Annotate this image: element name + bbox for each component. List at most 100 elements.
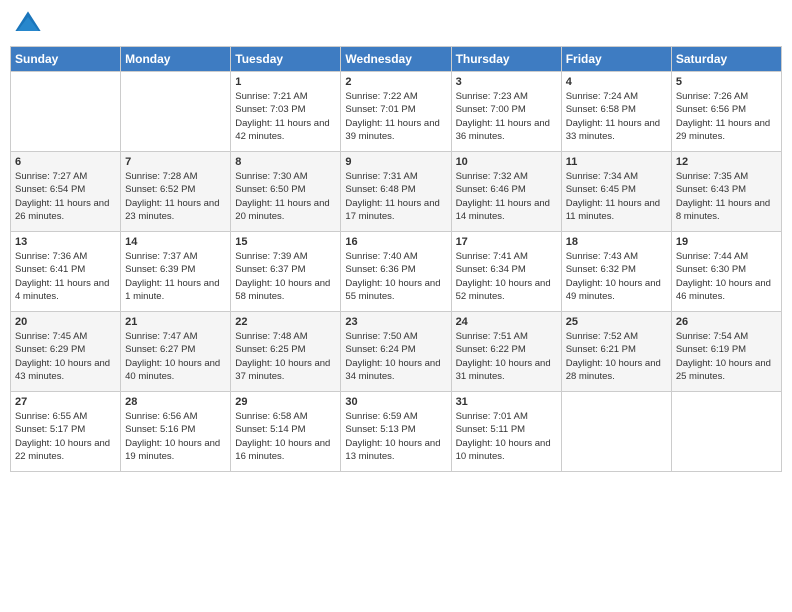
calendar-cell: 23 Sunrise: 7:50 AMSunset: 6:24 PMDayligh… [341,312,451,392]
weekday-header: Friday [561,47,671,72]
calendar-cell: 3 Sunrise: 7:23 AMSunset: 7:00 PMDaylight… [451,72,561,152]
day-info: Sunrise: 7:22 AMSunset: 7:01 PMDaylight:… [345,90,446,143]
day-number: 11 [566,156,667,168]
header [10,10,782,38]
calendar-cell: 4 Sunrise: 7:24 AMSunset: 6:58 PMDaylight… [561,72,671,152]
day-info: Sunrise: 7:37 AMSunset: 6:39 PMDaylight:… [125,250,226,303]
weekday-header: Tuesday [231,47,341,72]
calendar-cell: 14 Sunrise: 7:37 AMSunset: 6:39 PMDayligh… [121,232,231,312]
day-info: Sunrise: 7:21 AMSunset: 7:03 PMDaylight:… [235,90,336,143]
day-number: 17 [456,236,557,248]
calendar-cell: 17 Sunrise: 7:41 AMSunset: 6:34 PMDayligh… [451,232,561,312]
calendar-cell [671,392,781,472]
day-info: Sunrise: 7:39 AMSunset: 6:37 PMDaylight:… [235,250,336,303]
day-number: 13 [15,236,116,248]
calendar-cell: 5 Sunrise: 7:26 AMSunset: 6:56 PMDaylight… [671,72,781,152]
calendar-cell: 8Sunrise: 7:30 AMSunset: 6:50 PMDaylight… [231,152,341,232]
calendar-cell [561,392,671,472]
day-number: 27 [15,396,116,408]
day-info: Sunrise: 6:58 AMSunset: 5:14 PMDaylight:… [235,410,336,463]
day-number: 23 [345,316,446,328]
weekday-header: Thursday [451,47,561,72]
day-number: 1 [235,76,336,88]
day-info: Sunrise: 7:28 AMSunset: 6:52 PMDaylight:… [125,170,226,223]
logo-icon [14,10,42,38]
day-info: Sunrise: 7:36 AMSunset: 6:41 PMDaylight:… [15,250,116,303]
calendar-cell: 24Sunrise: 7:51 AMSunset: 6:22 PMDayligh… [451,312,561,392]
calendar-cell: 30 Sunrise: 6:59 AMSunset: 5:13 PMDayligh… [341,392,451,472]
day-number: 7 [125,156,226,168]
weekday-header: Sunday [11,47,121,72]
day-info: Sunrise: 7:24 AMSunset: 6:58 PMDaylight:… [566,90,667,143]
day-info: Sunrise: 7:26 AMSunset: 6:56 PMDaylight:… [676,90,777,143]
day-info: Sunrise: 7:32 AMSunset: 6:46 PMDaylight:… [456,170,557,223]
page: SundayMondayTuesdayWednesdayThursdayFrid… [0,0,792,482]
day-number: 16 [345,236,446,248]
calendar-cell: 26Sunrise: 7:54 AMSunset: 6:19 PMDayligh… [671,312,781,392]
calendar-cell: 21 Sunrise: 7:47 AMSunset: 6:27 PMDayligh… [121,312,231,392]
day-number: 19 [676,236,777,248]
day-number: 21 [125,316,226,328]
calendar-cell: 1 Sunrise: 7:21 AMSunset: 7:03 PMDaylight… [231,72,341,152]
day-info: Sunrise: 7:27 AMSunset: 6:54 PMDaylight:… [15,170,116,223]
calendar-cell: 12Sunrise: 7:35 AMSunset: 6:43 PMDayligh… [671,152,781,232]
calendar-cell: 15 Sunrise: 7:39 AMSunset: 6:37 PMDayligh… [231,232,341,312]
day-info: Sunrise: 7:43 AMSunset: 6:32 PMDaylight:… [566,250,667,303]
day-info: Sunrise: 7:45 AMSunset: 6:29 PMDaylight:… [15,330,116,383]
day-number: 14 [125,236,226,248]
calendar-cell: 27 Sunrise: 6:55 AMSunset: 5:17 PMDayligh… [11,392,121,472]
day-number: 2 [345,76,446,88]
day-info: Sunrise: 7:50 AMSunset: 6:24 PMDaylight:… [345,330,446,383]
day-info: Sunrise: 7:31 AMSunset: 6:48 PMDaylight:… [345,170,446,223]
day-number: 15 [235,236,336,248]
calendar-week-row: 20Sunrise: 7:45 AMSunset: 6:29 PMDayligh… [11,312,782,392]
calendar-header: SundayMondayTuesdayWednesdayThursdayFrid… [11,47,782,72]
calendar-cell: 20Sunrise: 7:45 AMSunset: 6:29 PMDayligh… [11,312,121,392]
day-number: 26 [676,316,777,328]
day-info: Sunrise: 7:41 AMSunset: 6:34 PMDaylight:… [456,250,557,303]
day-info: Sunrise: 7:40 AMSunset: 6:36 PMDaylight:… [345,250,446,303]
day-number: 24 [456,316,557,328]
day-info: Sunrise: 7:23 AMSunset: 7:00 PMDaylight:… [456,90,557,143]
day-info: Sunrise: 7:48 AMSunset: 6:25 PMDaylight:… [235,330,336,383]
calendar-week-row: 1 Sunrise: 7:21 AMSunset: 7:03 PMDaylight… [11,72,782,152]
calendar-cell: 29Sunrise: 6:58 AMSunset: 5:14 PMDayligh… [231,392,341,472]
day-info: Sunrise: 6:55 AMSunset: 5:17 PMDaylight:… [15,410,116,463]
day-number: 31 [456,396,557,408]
day-info: Sunrise: 7:52 AMSunset: 6:21 PMDaylight:… [566,330,667,383]
day-number: 18 [566,236,667,248]
calendar-cell: 11Sunrise: 7:34 AMSunset: 6:45 PMDayligh… [561,152,671,232]
day-number: 4 [566,76,667,88]
day-info: Sunrise: 7:35 AMSunset: 6:43 PMDaylight:… [676,170,777,223]
weekday-row: SundayMondayTuesdayWednesdayThursdayFrid… [11,47,782,72]
calendar-cell: 2 Sunrise: 7:22 AMSunset: 7:01 PMDaylight… [341,72,451,152]
logo [14,10,44,38]
calendar-week-row: 13 Sunrise: 7:36 AMSunset: 6:41 PMDayligh… [11,232,782,312]
day-number: 30 [345,396,446,408]
calendar-cell: 6Sunrise: 7:27 AMSunset: 6:54 PMDaylight… [11,152,121,232]
calendar-cell: 9 Sunrise: 7:31 AMSunset: 6:48 PMDaylight… [341,152,451,232]
calendar-cell: 31 Sunrise: 7:01 AMSunset: 5:11 PMDayligh… [451,392,561,472]
day-number: 9 [345,156,446,168]
calendar-cell: 10Sunrise: 7:32 AMSunset: 6:46 PMDayligh… [451,152,561,232]
day-number: 25 [566,316,667,328]
calendar-week-row: 27 Sunrise: 6:55 AMSunset: 5:17 PMDayligh… [11,392,782,472]
calendar-cell: 22 Sunrise: 7:48 AMSunset: 6:25 PMDayligh… [231,312,341,392]
calendar-cell: 19 Sunrise: 7:44 AMSunset: 6:30 PMDayligh… [671,232,781,312]
day-info: Sunrise: 7:47 AMSunset: 6:27 PMDaylight:… [125,330,226,383]
calendar-cell: 13 Sunrise: 7:36 AMSunset: 6:41 PMDayligh… [11,232,121,312]
weekday-header: Saturday [671,47,781,72]
day-info: Sunrise: 7:01 AMSunset: 5:11 PMDaylight:… [456,410,557,463]
day-info: Sunrise: 6:56 AMSunset: 5:16 PMDaylight:… [125,410,226,463]
day-number: 22 [235,316,336,328]
weekday-header: Wednesday [341,47,451,72]
calendar-cell [11,72,121,152]
calendar-body: 1 Sunrise: 7:21 AMSunset: 7:03 PMDaylight… [11,72,782,472]
calendar-cell: 25 Sunrise: 7:52 AMSunset: 6:21 PMDayligh… [561,312,671,392]
day-number: 3 [456,76,557,88]
day-info: Sunrise: 7:44 AMSunset: 6:30 PMDaylight:… [676,250,777,303]
calendar-cell: 16 Sunrise: 7:40 AMSunset: 6:36 PMDayligh… [341,232,451,312]
day-number: 5 [676,76,777,88]
calendar-table: SundayMondayTuesdayWednesdayThursdayFrid… [10,46,782,472]
day-info: Sunrise: 6:59 AMSunset: 5:13 PMDaylight:… [345,410,446,463]
